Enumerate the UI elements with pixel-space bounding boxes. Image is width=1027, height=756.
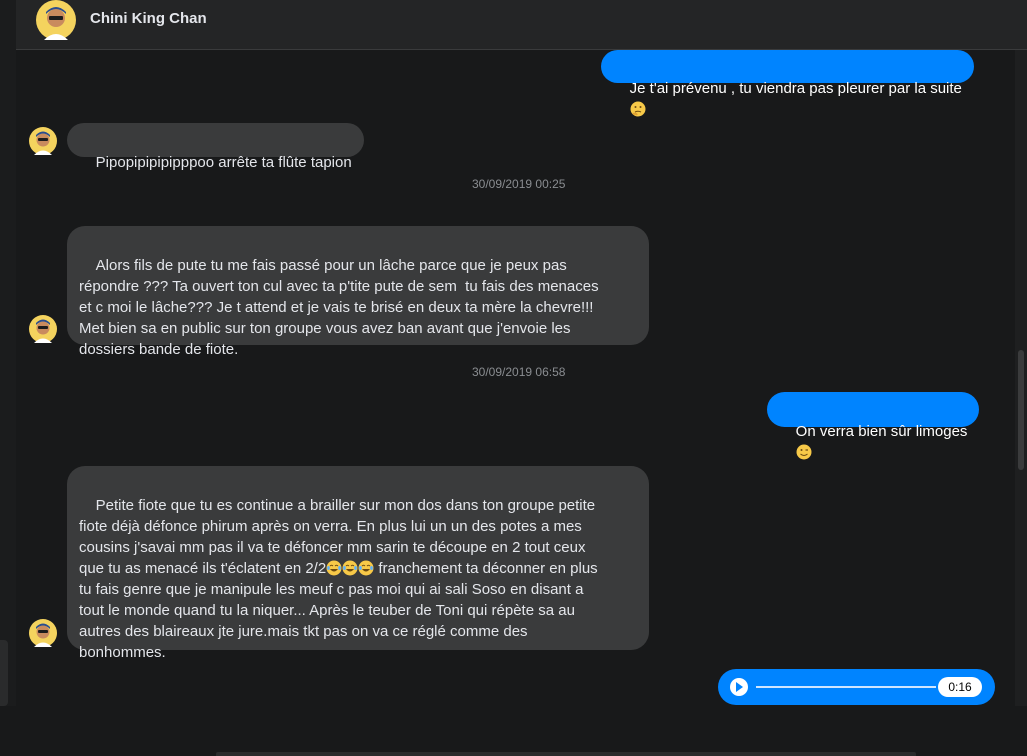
tears-of-joy-icon [342, 560, 358, 576]
tears-of-joy-icon [358, 560, 374, 576]
message-thread[interactable]: Je t'ai prévenu , tu viendra pas pleurer… [16, 50, 1015, 756]
message-text: Alors fils de pute tu me fais passé pour… [79, 257, 599, 358]
message-text: Je t'ai prévenu , tu viendra pas pleurer… [629, 80, 962, 97]
thinking-face-icon [630, 101, 646, 117]
left-pane-edge [0, 0, 16, 706]
play-icon[interactable] [730, 678, 748, 696]
conversation-header: Chini King Chan [16, 0, 1027, 50]
sender-avatar[interactable] [29, 127, 57, 155]
incoming-message[interactable]: Pipopipipipipppoo arrête ta flûte tapion [67, 123, 364, 171]
sender-avatar[interactable] [29, 315, 57, 343]
outgoing-message[interactable]: On verra bien sûr limoges [767, 392, 980, 460]
audio-duration: 0:16 [938, 677, 982, 697]
audio-progress-track[interactable] [756, 686, 936, 688]
incoming-message[interactable]: Alors fils de pute tu me fais passé pour… [67, 226, 649, 358]
message-timestamp: 30/09/2019 00:25 [472, 177, 566, 191]
left-pane-scroll-stub[interactable] [0, 640, 8, 706]
message-text: Pipopipipipipppoo arrête ta flûte tapion [95, 154, 352, 171]
contact-avatar[interactable] [36, 0, 76, 40]
composer-edge [216, 752, 916, 756]
outgoing-message[interactable]: Je t'ai prévenu , tu viendra pas pleurer… [601, 50, 974, 117]
tears-of-joy-icon [326, 560, 342, 576]
winking-face-icon [796, 444, 812, 460]
thread-scrollbar[interactable] [1015, 50, 1027, 706]
sender-avatar[interactable] [29, 619, 57, 647]
scrollbar-thumb[interactable] [1018, 350, 1024, 470]
message-text: On verra bien sûr limoges [795, 423, 968, 440]
incoming-message[interactable]: Petite fiote que tu es continue a braill… [67, 466, 649, 661]
contact-name[interactable]: Chini King Chan [90, 10, 207, 27]
message-timestamp: 30/09/2019 06:58 [472, 365, 566, 379]
audio-message[interactable]: 0:16 [718, 669, 995, 705]
